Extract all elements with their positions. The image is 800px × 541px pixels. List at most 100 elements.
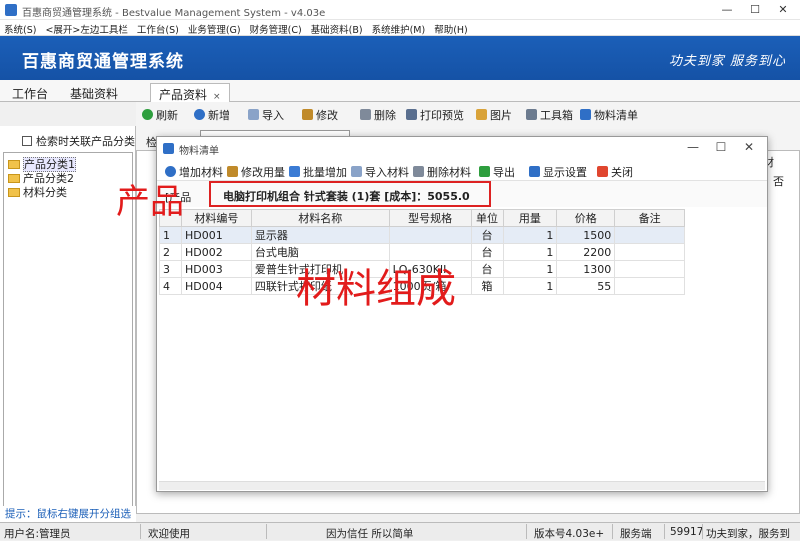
- dialog-horizontal-scrollbar[interactable]: [159, 481, 765, 490]
- bom-button[interactable]: 物料清单: [580, 107, 638, 123]
- table-row[interactable]: 1 HD001 显示器 台 1 1500: [159, 226, 685, 244]
- close-icon: [597, 166, 608, 177]
- cell-remark: [614, 260, 685, 278]
- tab-product-data[interactable]: 产品资料 ×: [150, 83, 230, 102]
- dialog-toolbar: 增加材料 修改用量 批量增加 导入材料 删除材料 导出 显示设置 关闭: [157, 159, 767, 181]
- cell-material-name: 显示器: [250, 226, 390, 244]
- grid-cell-fragment[interactable]: 否: [773, 173, 784, 189]
- refresh-button[interactable]: 刷新: [142, 107, 178, 123]
- folder-icon: [8, 160, 20, 169]
- cell-material-code: HD001: [180, 226, 252, 244]
- import-icon: [351, 166, 362, 177]
- status-separator: [266, 524, 267, 539]
- tab-close-icon[interactable]: ×: [213, 92, 221, 102]
- add-button[interactable]: 新增: [194, 107, 230, 123]
- tab-base-data[interactable]: 基础资料: [62, 83, 126, 102]
- banner-slogan: 功夫到家 服务到心: [668, 54, 786, 69]
- status-bar: 用户名:管理员 欢迎使用 因为信任 所以简单 版本号4.03e+ 服务端 599…: [0, 522, 800, 540]
- window-title-bar: 百惠商贸通管理系统 - Bestvalue Management System …: [0, 0, 800, 20]
- add-material-label: 增加材料: [179, 166, 223, 179]
- close-dialog-label: 关闭: [611, 166, 633, 179]
- refresh-label: 刷新: [156, 109, 178, 122]
- status-separator: [140, 524, 141, 539]
- tab-workbench[interactable]: 工作台: [4, 83, 56, 102]
- edit-quantity-label: 修改用量: [241, 166, 285, 179]
- table-header-row: 材料编号 材料名称 型号规格 单位 用量 价格 备注: [159, 209, 685, 227]
- menu-maintenance[interactable]: 系统维护(M): [368, 20, 431, 36]
- dialog-close-button[interactable]: ✕: [739, 140, 759, 156]
- col-material-name[interactable]: 材料名称: [250, 209, 390, 227]
- app-banner: 百惠商贸通管理系统 功夫到家 服务到心: [0, 36, 800, 80]
- tree-item-material-category[interactable]: 材料分类: [8, 184, 67, 200]
- delete-material-button[interactable]: 删除材料: [413, 164, 471, 180]
- gear-icon: [580, 109, 591, 120]
- window-title: 百惠商贸通管理系统 - Bestvalue Management System …: [22, 8, 326, 19]
- minimize-button[interactable]: —: [716, 2, 738, 18]
- trash-icon: [360, 109, 371, 120]
- batch-add-button[interactable]: 批量增加: [289, 164, 347, 180]
- toolbox-button[interactable]: 工具箱: [526, 107, 573, 123]
- cell-remark: [614, 243, 685, 261]
- import-material-label: 导入材料: [365, 166, 409, 179]
- close-button[interactable]: ✕: [772, 2, 794, 18]
- menu-bar: 系统(S) <展开>左边工具栏 工作台(S) 业务管理(G) 财务管理(C) 基础资料(B…: [0, 20, 800, 36]
- status-separator: [612, 524, 613, 539]
- checkbox-box[interactable]: [22, 136, 32, 146]
- edit-button[interactable]: 修改: [302, 107, 338, 123]
- delete-material-label: 删除材料: [427, 166, 471, 179]
- col-unit[interactable]: 单位: [470, 209, 504, 227]
- delete-button[interactable]: 删除: [360, 107, 396, 123]
- cell-index: 3: [159, 260, 182, 278]
- bom-label: 物料清单: [594, 109, 638, 122]
- col-spec[interactable]: 型号规格: [388, 209, 472, 227]
- status-user: 用户名:管理员: [4, 528, 71, 540]
- close-dialog-button[interactable]: 关闭: [597, 164, 633, 180]
- link-category-checkbox[interactable]: 检索时关联产品分类: [22, 133, 135, 149]
- category-tree: 产品分类1 产品分类2 材料分类: [3, 152, 133, 508]
- left-hint: 提示：鼠标右键展开分组选项: [0, 506, 136, 535]
- batch-add-label: 批量增加: [303, 166, 347, 179]
- cell-index: 1: [159, 226, 182, 244]
- dialog-icon: [163, 143, 174, 154]
- col-quantity[interactable]: 用量: [502, 209, 558, 227]
- folder-icon: [8, 188, 20, 197]
- checkbox-label: 检索时关联产品分类: [36, 135, 135, 148]
- dialog-maximize-button[interactable]: ☐: [711, 140, 731, 156]
- export-icon: [479, 166, 490, 177]
- export-button[interactable]: 导出: [479, 164, 515, 180]
- app-icon: [5, 4, 17, 16]
- dialog-minimize-button[interactable]: —: [683, 140, 703, 156]
- menu-expand-left-toolbar[interactable]: <展开>左边工具栏: [41, 20, 132, 36]
- refresh-icon: [142, 109, 153, 120]
- cell-material-code: HD003: [180, 260, 252, 278]
- print-preview-label: 打印预览: [420, 109, 464, 122]
- import-material-button[interactable]: 导入材料: [351, 164, 409, 180]
- cell-material-code: HD002: [180, 243, 252, 261]
- edit-quantity-button[interactable]: 修改用量: [227, 164, 285, 180]
- status-separator: [702, 524, 703, 539]
- cell-price: 55: [556, 277, 616, 295]
- menu-finance[interactable]: 财务管理(C): [246, 20, 307, 36]
- maximize-button[interactable]: ☐: [744, 2, 766, 18]
- import-label: 导入: [262, 109, 284, 122]
- toolbox-label: 工具箱: [540, 109, 573, 122]
- menu-workbench[interactable]: 工作台(S): [133, 20, 184, 36]
- cell-unit: 台: [470, 260, 504, 278]
- cell-quantity: 1: [502, 243, 558, 261]
- cell-quantity: 1: [502, 226, 558, 244]
- printer-icon: [406, 109, 417, 120]
- col-material-code[interactable]: 材料编号: [180, 209, 252, 227]
- menu-base-data[interactable]: 基础资料(B): [307, 20, 368, 36]
- status-port: 59917: [670, 526, 704, 538]
- image-button[interactable]: 图片: [476, 107, 512, 123]
- tab-label: 产品资料: [159, 88, 208, 102]
- menu-help[interactable]: 帮助(H): [430, 20, 473, 36]
- menu-system[interactable]: 系统(S): [0, 20, 41, 36]
- cell-unit: 台: [470, 243, 504, 261]
- menu-business[interactable]: 业务管理(G): [184, 20, 246, 36]
- col-price[interactable]: 价格: [556, 209, 616, 227]
- import-button[interactable]: 导入: [248, 107, 284, 123]
- display-settings-button[interactable]: 显示设置: [529, 164, 587, 180]
- col-remark[interactable]: 备注: [614, 209, 685, 227]
- print-preview-button[interactable]: 打印预览: [406, 107, 464, 123]
